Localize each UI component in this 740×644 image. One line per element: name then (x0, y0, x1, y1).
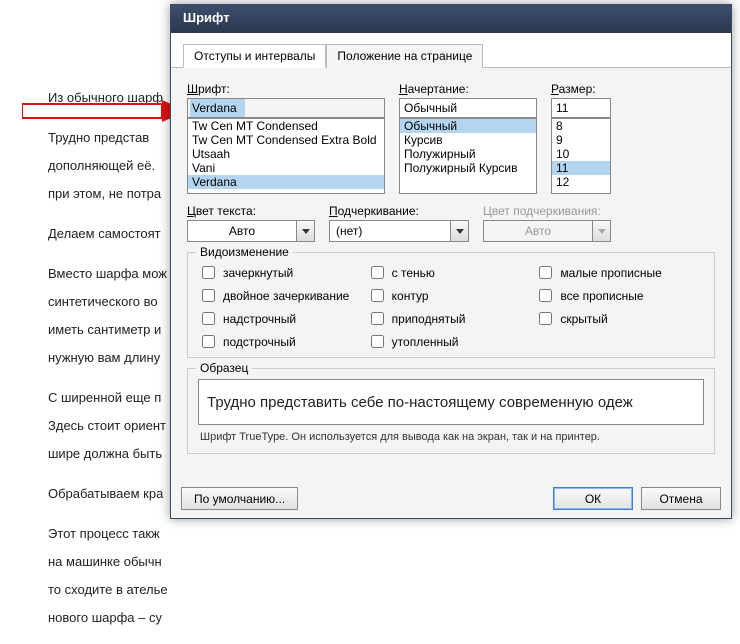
tabstrip: Отступы и интервалы Положение на страниц… (171, 33, 731, 68)
font-dialog: Шрифт Отступы и интервалы Положение на с… (170, 4, 732, 519)
chk-strike[interactable]: зачеркнутый (198, 263, 367, 282)
effects-legend: Видоизменение (196, 245, 293, 259)
size-label: Размер: (551, 82, 611, 96)
list-item[interactable]: Tw Cen MT Condensed (188, 119, 384, 133)
dialog-title: Шрифт (171, 5, 731, 33)
size-input[interactable] (551, 98, 611, 118)
chk-dstrike[interactable]: двойное зачеркивание (198, 286, 367, 305)
list-item[interactable]: Полужирный (400, 147, 536, 161)
underline-combo[interactable]: (нет) (329, 220, 469, 242)
color-combo[interactable]: Авто (187, 220, 315, 242)
style-input[interactable] (399, 98, 537, 118)
color-label: Цвет текста: (187, 204, 315, 218)
chevron-down-icon (456, 229, 464, 234)
chk-allcaps[interactable]: все прописные (535, 286, 704, 305)
list-item[interactable]: Курсив (400, 133, 536, 147)
list-item[interactable]: 9 (552, 133, 610, 147)
size-list[interactable]: 8 9 10 11 12 (551, 118, 611, 194)
font-label: Шрифт: (187, 82, 385, 96)
list-item[interactable]: Обычный (400, 119, 536, 133)
ulcolor-label: Цвет подчеркивания: (483, 204, 611, 218)
list-item[interactable]: 10 (552, 147, 610, 161)
ulcolor-combo: Авто (483, 220, 611, 242)
dropdown-button[interactable] (296, 221, 314, 241)
style-label: Начертание: (399, 82, 537, 96)
tab-position[interactable]: Положение на странице (326, 44, 483, 68)
chk-outline[interactable]: контур (367, 286, 536, 305)
list-item[interactable]: 8 (552, 119, 610, 133)
font-hint: Шрифт TrueType. Он используется для выво… (200, 431, 702, 443)
ok-button[interactable]: ОК (553, 487, 633, 510)
effects-group: Видоизменение зачеркнутый с тенью малые … (187, 252, 715, 358)
list-item[interactable]: Tw Cen MT Condensed Extra Bold (188, 133, 384, 147)
chevron-down-icon (302, 229, 310, 234)
list-item[interactable]: Verdana (188, 175, 384, 189)
chk-engrave[interactable]: утопленный (367, 332, 536, 351)
list-item[interactable]: 12 (552, 175, 610, 189)
chk-hidden[interactable]: скрытый (535, 309, 704, 328)
cancel-button[interactable]: Отмена (641, 487, 721, 510)
font-list[interactable]: Tw Cen MT Condensed Tw Cen MT Condensed … (187, 118, 385, 194)
chk-shadow[interactable]: с тенью (367, 263, 536, 282)
chevron-down-icon (598, 229, 606, 234)
underline-label: Подчеркивание: (329, 204, 469, 218)
sample-group: Образец Трудно представить себе по-насто… (187, 368, 715, 454)
dropdown-button (592, 221, 610, 241)
chk-smallcaps[interactable]: малые прописные (535, 263, 704, 282)
red-arrow-annotation (22, 100, 187, 122)
list-item[interactable]: Vani (188, 161, 384, 175)
sample-preview: Трудно представить себе по-настоящему со… (198, 379, 704, 425)
chk-emboss[interactable]: приподнятый (367, 309, 536, 328)
default-button[interactable]: По умолчанию... (181, 487, 298, 510)
chk-superscript[interactable]: надстрочный (198, 309, 367, 328)
style-list[interactable]: Обычный Курсив Полужирный Полужирный Кур… (399, 118, 537, 194)
list-item[interactable]: 11 (552, 161, 610, 175)
tab-indents[interactable]: Отступы и интервалы (183, 44, 326, 68)
dropdown-button[interactable] (450, 221, 468, 241)
chk-subscript[interactable]: подстрочный (198, 332, 367, 351)
sample-legend: Образец (196, 361, 252, 375)
list-item[interactable]: Utsaah (188, 147, 384, 161)
list-item[interactable]: Полужирный Курсив (400, 161, 536, 175)
font-input[interactable] (187, 98, 385, 118)
